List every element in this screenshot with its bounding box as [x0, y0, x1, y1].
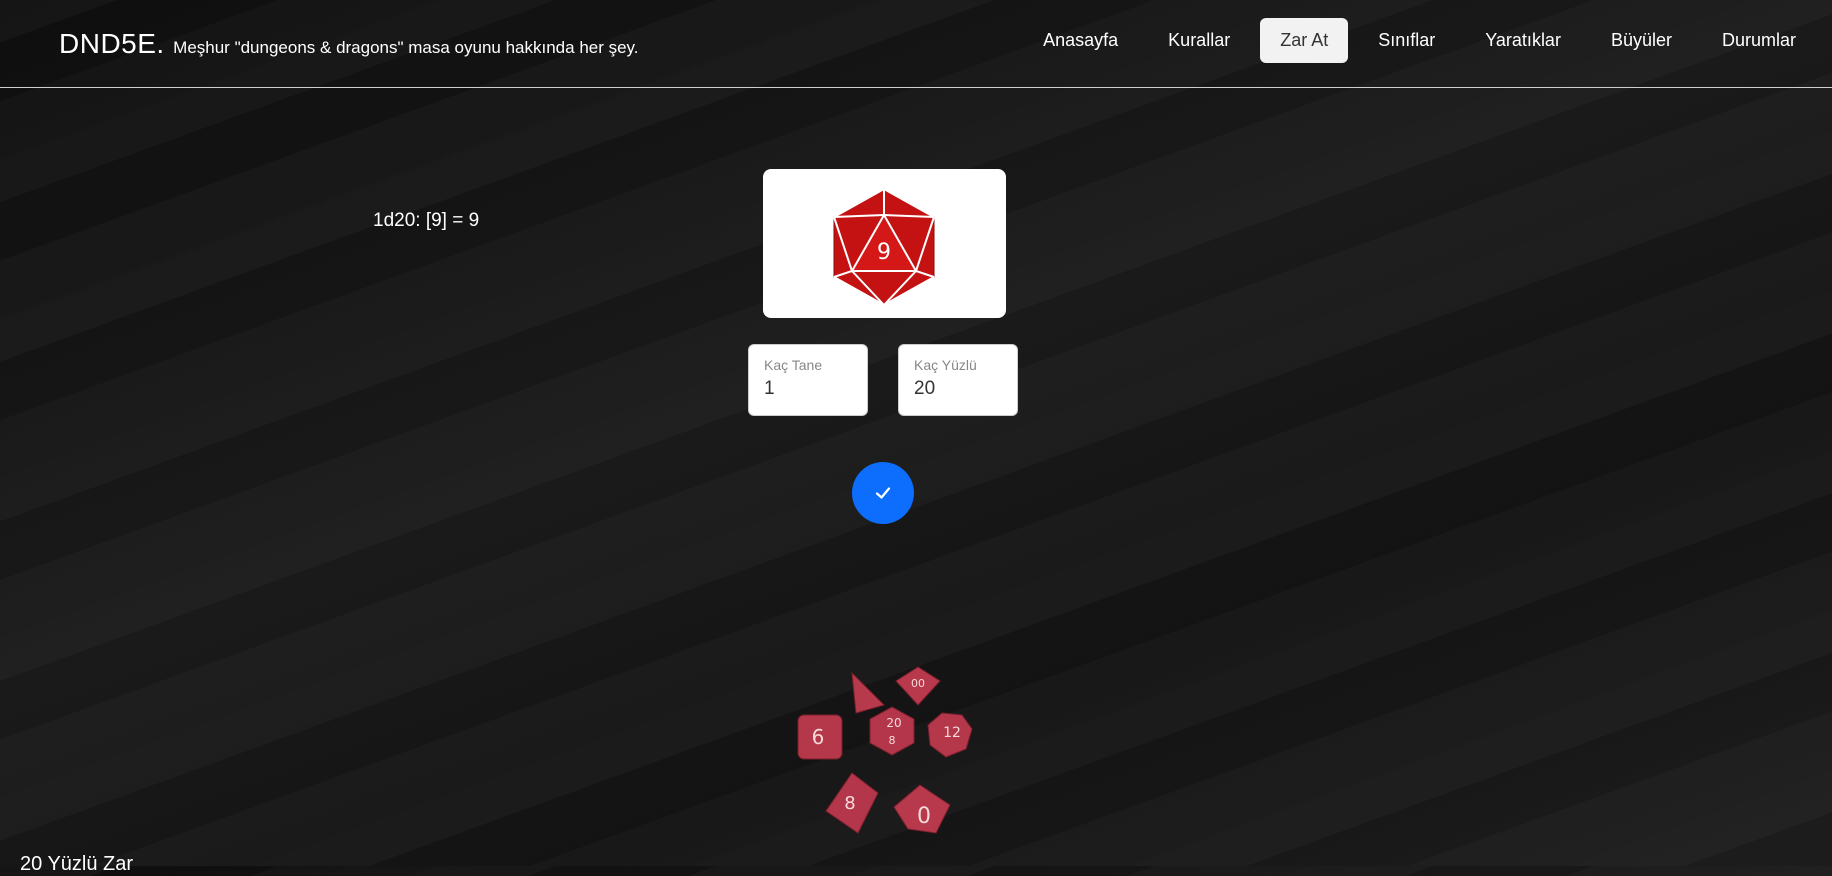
main-nav: Anasayfa Kurallar Zar At Sınıflar Yaratı…: [1023, 18, 1816, 63]
nav-item-zar-at[interactable]: Zar At: [1260, 18, 1349, 63]
die-label-d100: 00: [911, 677, 925, 690]
d20-die-icon: 9: [833, 188, 935, 307]
die-face-number: 9: [877, 240, 891, 265]
brand-tagline: Meşhur "dungeons & dragons" masa oyunu h…: [173, 38, 639, 57]
section-title: 20 Yüzlü Zar: [20, 853, 134, 875]
die-label-d6: 6: [812, 725, 825, 749]
dice-result-card: 9: [763, 169, 1006, 318]
roll-submit-button[interactable]: [852, 462, 914, 524]
brand[interactable]: DND5E. Meşhur "dungeons & dragons" masa …: [59, 28, 639, 60]
nav-item-anasayfa[interactable]: Anasayfa: [1023, 18, 1138, 63]
dice-sides-input[interactable]: [914, 378, 1004, 400]
dice-set-image: 00 6 20 8 12 8 0: [797, 666, 973, 834]
nav-item-durumlar[interactable]: Durumlar: [1702, 18, 1816, 63]
dice-count-field[interactable]: Kaç Tane: [748, 344, 868, 416]
die-label-d10: 0: [917, 804, 931, 829]
dice-count-input[interactable]: [764, 378, 854, 400]
nav-item-yaratiklar[interactable]: Yaratıklar: [1465, 18, 1581, 63]
check-icon: [875, 487, 891, 499]
nav-item-kurallar[interactable]: Kurallar: [1148, 18, 1250, 63]
brand-name[interactable]: DND5E.: [59, 28, 165, 59]
navbar: DND5E. Meşhur "dungeons & dragons" masa …: [0, 0, 1832, 88]
dice-sides-label: Kaç Yüzlü: [914, 357, 977, 373]
dice-count-label: Kaç Tane: [764, 357, 823, 373]
dice-sides-field[interactable]: Kaç Yüzlü: [898, 344, 1018, 416]
nav-item-buyuler[interactable]: Büyüler: [1591, 18, 1692, 63]
die-label-d12: 12: [943, 725, 961, 741]
nav-item-siniflar[interactable]: Sınıflar: [1358, 18, 1455, 63]
die-label-d20-side: 8: [889, 734, 896, 747]
die-label-d8: 8: [844, 793, 855, 814]
die-label-d20: 20: [886, 716, 901, 730]
roll-result-text: 1d20: [9] = 9: [373, 210, 480, 231]
